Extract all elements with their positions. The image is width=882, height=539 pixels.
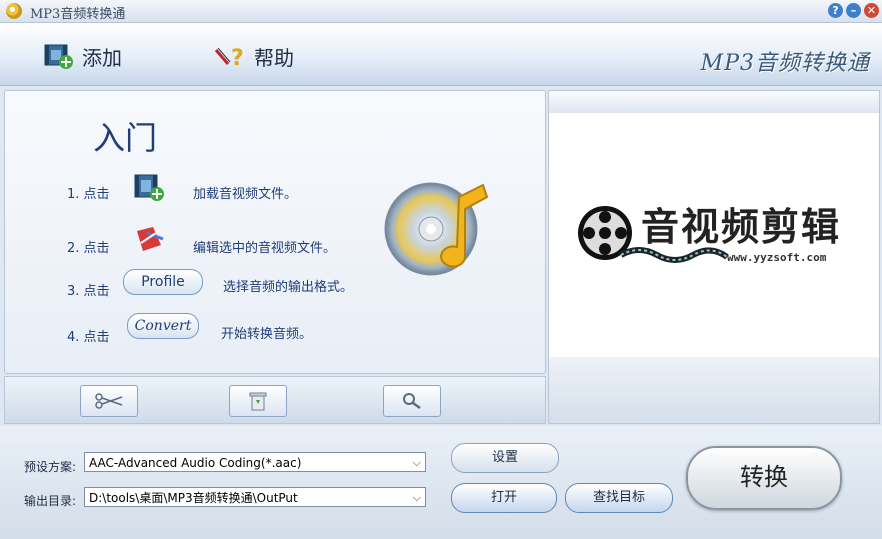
convert-pill-button[interactable]: Convert bbox=[127, 313, 199, 339]
add-button[interactable]: 添加 bbox=[44, 41, 122, 71]
preset-label: 预设方案: bbox=[24, 460, 77, 474]
search-button[interactable] bbox=[383, 385, 441, 417]
open-folder-button[interactable]: 打开 bbox=[451, 483, 557, 513]
output-dir-select[interactable]: D:\tools\桌面\MP3音频转换通\OutPut ⌵ bbox=[84, 487, 426, 507]
window-title: MP3音频转换通 bbox=[30, 7, 126, 22]
edit-clip-icon bbox=[137, 227, 164, 251]
preview-footer bbox=[549, 357, 879, 423]
add-file-icon bbox=[134, 174, 164, 201]
toolbar: 添加 ? 帮助 MP3音频转换通 bbox=[0, 23, 882, 86]
delete-button[interactable] bbox=[229, 385, 287, 417]
edit-tool-strip bbox=[4, 376, 546, 424]
chevron-down-icon: ⌵ bbox=[412, 491, 421, 504]
find-target-button[interactable]: 查找目标 bbox=[565, 483, 673, 513]
add-file-icon bbox=[44, 44, 73, 69]
help-icon[interactable]: ? bbox=[828, 3, 843, 18]
step-1-prefix: 1. 点击 bbox=[67, 187, 110, 202]
settings-button[interactable]: 设置 bbox=[451, 443, 559, 473]
preview-header bbox=[549, 91, 879, 113]
title-bar: MP3音频转换通 ? – ✕ bbox=[0, 0, 882, 23]
help-question-icon: ? bbox=[214, 46, 244, 70]
getting-started-panel: 入门 1. 点击 加载音视频文件。 2. 点击 编辑选中的音视频文件。 3. 点… bbox=[4, 90, 546, 374]
magnifier-icon bbox=[403, 393, 421, 410]
step-2-text: 编辑选中的音视频文件。 bbox=[193, 241, 337, 256]
preset-value: AAC-Advanced Audio Coding(*.aac) bbox=[89, 456, 302, 470]
step-4-prefix: 4. 点击 bbox=[67, 330, 110, 345]
step-3-prefix: 3. 点击 bbox=[67, 284, 110, 299]
step-4-text: 开始转换音频。 bbox=[221, 327, 313, 342]
add-label: 添加 bbox=[82, 45, 122, 70]
music-cd-icon bbox=[384, 182, 489, 276]
preset-select[interactable]: AAC-Advanced Audio Coding(*.aac) ⌵ bbox=[84, 452, 426, 472]
guide-title: 入门 bbox=[93, 119, 158, 157]
recycle-bin-icon bbox=[249, 392, 267, 411]
profile-button[interactable]: Profile bbox=[123, 269, 203, 295]
step-2-prefix: 2. 点击 bbox=[67, 241, 110, 256]
close-icon[interactable]: ✕ bbox=[864, 3, 879, 18]
output-dir-label: 输出目录: bbox=[24, 494, 77, 508]
minimize-icon[interactable]: – bbox=[846, 3, 861, 18]
convert-button[interactable]: 转换 bbox=[686, 446, 842, 510]
help-button[interactable]: ? 帮助 bbox=[214, 41, 294, 71]
step-1-text: 加载音视频文件。 bbox=[193, 187, 298, 202]
website-url: www.yyzsoft.com bbox=[727, 251, 827, 264]
brand-title: MP3音频转换通 bbox=[700, 51, 870, 76]
preview-panel: 音视频剪辑 www.yyzsoft.com bbox=[548, 90, 880, 424]
step-3-text: 选择音频的输出格式。 bbox=[223, 280, 354, 295]
film-strip-icon bbox=[619, 247, 729, 263]
output-dir-value: D:\tools\桌面\MP3音频转换通\OutPut bbox=[89, 491, 298, 505]
scissors-icon bbox=[95, 393, 123, 409]
chevron-down-icon: ⌵ bbox=[412, 456, 421, 469]
help-label: 帮助 bbox=[254, 45, 294, 70]
svg-text:?: ? bbox=[231, 46, 244, 70]
cut-button[interactable] bbox=[80, 385, 138, 417]
app-icon bbox=[6, 3, 22, 19]
